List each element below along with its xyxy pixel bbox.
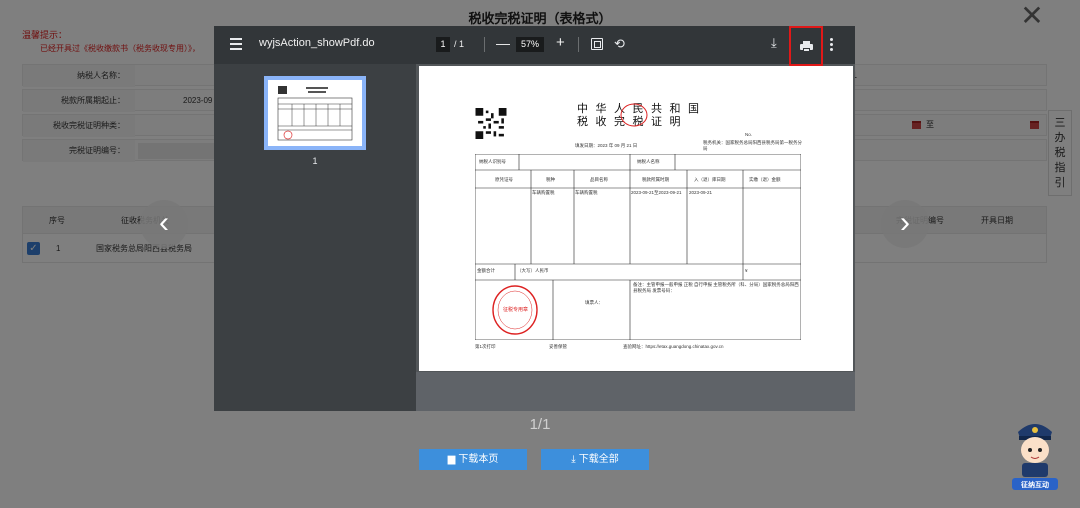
fill-date: 填发日期：2023 年 09 月 21 日 (575, 143, 638, 148)
page-thumbnail[interactable] (264, 76, 366, 150)
close-icon[interactable]: ✕ (1018, 2, 1046, 30)
pdf-page: 中 华 人 民 共 和 国 税 收 完 税 证 明 No. 填发日期：2023 … (419, 66, 853, 371)
currency-symbol: ¥ (745, 268, 748, 273)
page-total: / 1 (454, 39, 465, 49)
col-storage-date: 入（退）库日期 (694, 177, 726, 182)
zoom-out-button[interactable]: — (496, 35, 510, 51)
print-button[interactable] (789, 26, 823, 66)
certificate-no-label: No. (745, 132, 753, 137)
total-label: 金额合计 (477, 268, 495, 273)
toolbar-divider (578, 37, 579, 52)
period-value: 2023-09-21至2023-09-21 (631, 190, 682, 195)
total-value: （大写）人民币 (517, 268, 549, 273)
storage-date-value: 2023-09-21 (689, 190, 713, 195)
col-item-name: 品目名称 (590, 177, 608, 182)
rotate-icon[interactable]: ⟲ (614, 36, 625, 52)
col-tax-type: 税种 (546, 177, 555, 182)
footer-print-count: 第1次打印 (475, 344, 496, 349)
qr-code-icon (475, 108, 507, 139)
seal-text: 征税专用章 (503, 307, 529, 313)
assistant-mascot[interactable]: 征纳互动 (1010, 414, 1060, 494)
fit-page-icon[interactable] (591, 38, 603, 50)
title-circle-mark (620, 103, 648, 127)
more-options-icon[interactable] (830, 38, 833, 53)
printer-icon (800, 41, 813, 52)
col-amount: 实缴（退）金额 (749, 177, 781, 182)
toolbar-divider (484, 37, 485, 52)
col-original-voucher: 原凭证号 (495, 177, 513, 182)
taxpayer-id-label: 纳税人识别号 (479, 159, 506, 164)
pdf-viewer: wyjsAction_showPdf.do 1 / 1 — 57% + ⟲ ⤓ (214, 26, 855, 411)
item-name-value: 车辆购置税 (575, 190, 598, 195)
thumbnail-number: 1 (312, 156, 318, 166)
download-icon[interactable]: ⤓ (771, 35, 777, 51)
zoom-in-button[interactable]: + (556, 34, 565, 51)
taxpayer-name-label: 纳税人名称 (637, 159, 660, 164)
pager-indicator: 1/1 (529, 416, 551, 433)
tax-authority: 税务机关：国家税务总局阳西县税务局第一税务分局 (703, 140, 802, 151)
thumbnail-sidebar: 1 (214, 64, 416, 411)
download-all-button[interactable]: ⤓ 下载全部 (541, 449, 649, 470)
filler-label: 填票人： (585, 300, 603, 305)
remark-text: 备注：主管申报一般申报 正税 自行申报 主管税务所（科、分局）国家税务总局阳西县… (633, 282, 799, 293)
tax-type-value: 车辆购置税 (532, 190, 555, 195)
folder-icon: ▆ (447, 454, 456, 465)
col-tax-period: 税款所属时期 (642, 177, 669, 182)
thumbnail-preview (277, 86, 353, 141)
next-arrow-button[interactable]: › (881, 200, 929, 248)
download-page-button[interactable]: ▆ 下载本页 (419, 449, 527, 470)
menu-icon[interactable] (230, 38, 242, 50)
viewer-toolbar: wyjsAction_showPdf.do 1 / 1 — 57% + ⟲ ⤓ (214, 26, 855, 66)
document-title: wyjsAction_showPdf.do (259, 37, 375, 49)
footer-verify-url: 查验网址：https://etax.guangdong.chinatax.gov… (623, 344, 724, 349)
mascot-label: 征纳互动 (1021, 482, 1049, 489)
prev-arrow-button[interactable]: ‹ (140, 200, 188, 248)
footer-keep-safe: 妥善保管 (549, 344, 567, 349)
download-all-label: 下载全部 (578, 454, 619, 465)
download-page-label: 下载本页 (458, 454, 499, 465)
zoom-input[interactable]: 57% (516, 37, 544, 52)
page-number-input[interactable]: 1 (436, 37, 450, 52)
download-icon: ⤓ (571, 454, 576, 465)
viewer-scroll-area (416, 372, 855, 411)
